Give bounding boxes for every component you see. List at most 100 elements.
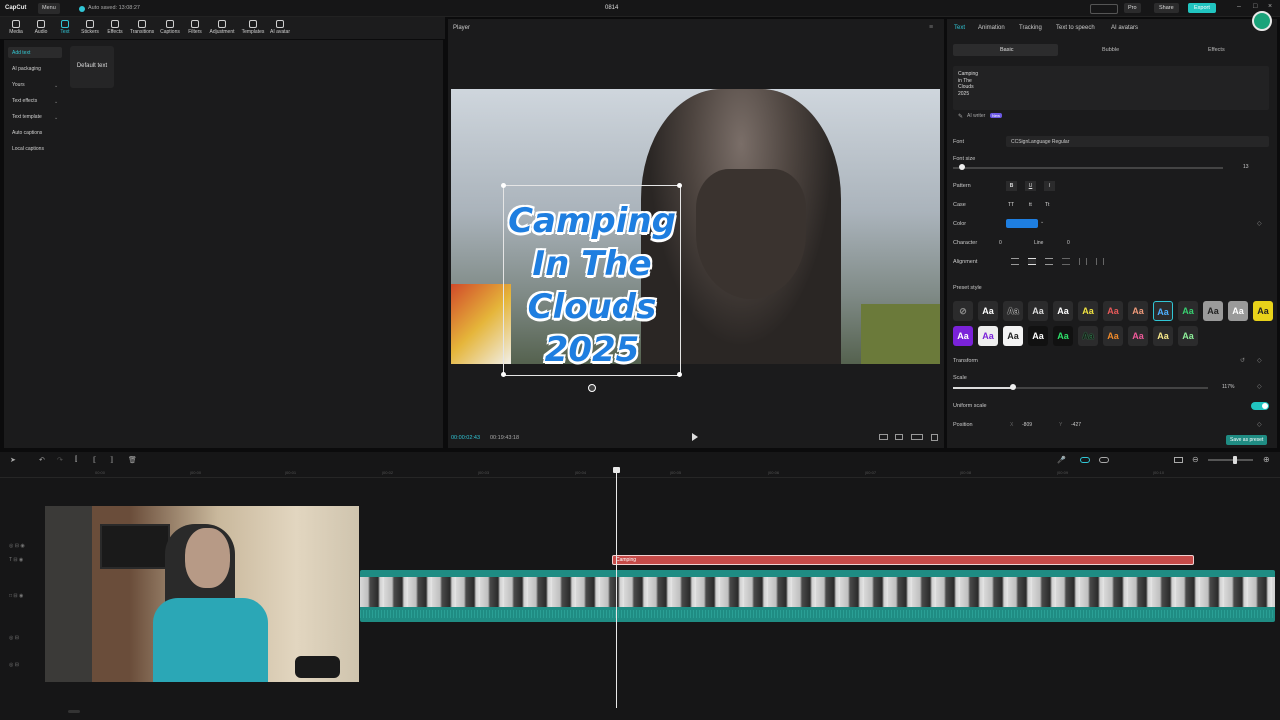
share-button[interactable]: Share <box>1154 3 1179 13</box>
align-left-icon[interactable] <box>1011 258 1019 265</box>
nav-add-text[interactable]: Add text <box>8 47 62 58</box>
preset-style[interactable]: Aa <box>1078 301 1098 321</box>
zoom-slider-handle[interactable] <box>1233 456 1237 464</box>
bold-button[interactable]: B <box>1006 181 1017 191</box>
vertical-align-bottom-icon[interactable] <box>1096 258 1104 265</box>
subtab-effects[interactable]: Effects <box>1208 47 1225 53</box>
preset-style[interactable]: Aa <box>1253 301 1273 321</box>
underline-button[interactable]: U <box>1025 181 1036 191</box>
tool-stickers[interactable]: Stickers <box>77 19 103 39</box>
align-right-icon[interactable] <box>1045 258 1053 265</box>
tool-captions[interactable]: Captions <box>157 19 183 39</box>
preset-style[interactable]: Aa <box>1178 301 1198 321</box>
keyframe-icon[interactable]: ◇ <box>1257 383 1262 390</box>
text-selection-box[interactable]: Camping In The Clouds 2025 <box>501 183 682 377</box>
tool-media[interactable]: Media <box>3 19 29 39</box>
grammar-assistant-icon[interactable] <box>1252 11 1272 31</box>
keyframe-icon[interactable]: ◇ <box>1257 220 1262 227</box>
default-text-card[interactable]: Default text <box>70 46 114 88</box>
play-icon[interactable] <box>692 433 698 441</box>
time-ruler[interactable]: 00:00 |00:00 |00:01 |00:02 |00:03 |00:04… <box>0 468 1280 478</box>
split-left-icon[interactable]: ⟦ <box>93 456 96 464</box>
preset-none-icon[interactable]: ⊘ <box>953 301 973 321</box>
split-icon[interactable]: ⫿ <box>75 456 77 464</box>
select-cursor-icon[interactable]: ➤ <box>10 456 16 464</box>
font-size-value[interactable]: 13 <box>1243 164 1249 170</box>
preset-style[interactable]: Aa <box>978 301 998 321</box>
zoom-in-icon[interactable]: ⊕ <box>1263 455 1270 464</box>
italic-button[interactable]: I <box>1044 181 1055 191</box>
maximize-icon[interactable]: □ <box>1253 3 1257 10</box>
close-icon[interactable]: × <box>1268 3 1272 10</box>
preset-style-selected[interactable]: Aa <box>1153 301 1173 321</box>
track-lock-icon[interactable]: ◎ ⊟ ◉ <box>9 543 25 549</box>
scale-slider-handle[interactable] <box>1010 384 1016 390</box>
preset-style[interactable]: Aa <box>1078 326 1098 346</box>
delete-icon[interactable]: 🗑 <box>128 456 137 464</box>
preset-style[interactable]: Aa <box>1053 301 1073 321</box>
keyframe-icon[interactable]: ◇ <box>1257 421 1262 428</box>
ai-writer-button[interactable]: AI writer <box>967 113 985 119</box>
subtab-basic[interactable]: Basic <box>1000 47 1013 53</box>
tab-tracking[interactable]: Tracking <box>1019 25 1042 31</box>
layout-icon[interactable] <box>1090 4 1118 14</box>
resize-handle[interactable] <box>501 372 506 377</box>
crop-icon[interactable] <box>879 434 888 440</box>
save-as-preset-button[interactable]: Save as preset <box>1226 435 1268 445</box>
zoom-out-icon[interactable]: ⊖ <box>1192 455 1199 464</box>
playhead[interactable] <box>616 468 617 708</box>
case-lower-button[interactable]: tt <box>1029 202 1032 208</box>
tab-animation[interactable]: Animation <box>978 25 1005 31</box>
tool-transitions[interactable]: Transitions <box>128 19 156 39</box>
preset-style[interactable]: Aa <box>1028 326 1048 346</box>
preset-style[interactable]: Aa <box>1003 301 1023 321</box>
minimize-icon[interactable]: – <box>1237 3 1241 10</box>
tool-templates[interactable]: Templates <box>239 19 267 39</box>
tool-ai-avatar[interactable]: AI avatar <box>268 19 292 39</box>
playhead-handle[interactable] <box>613 467 620 473</box>
font-size-slider-handle[interactable] <box>959 164 965 170</box>
focus-icon[interactable] <box>895 434 903 440</box>
link-icon[interactable] <box>1080 457 1090 463</box>
font-select[interactable]: CCSignLanguage Regular <box>1006 136 1269 147</box>
split-right-icon[interactable]: ⟧ <box>110 456 113 464</box>
tab-text[interactable]: Text <box>954 25 965 31</box>
tool-audio[interactable]: Audio <box>28 19 54 39</box>
export-button[interactable]: Export <box>1188 3 1216 13</box>
preset-style[interactable]: Aa <box>1103 326 1123 346</box>
undo-icon[interactable]: ↶ <box>39 456 45 464</box>
vertical-align-icon[interactable] <box>1079 258 1087 265</box>
preset-style[interactable]: Aa <box>1128 301 1148 321</box>
character-spacing-input[interactable]: 0 <box>999 240 1002 246</box>
scale-value[interactable]: 117% <box>1222 384 1234 390</box>
text-clip[interactable]: Camping <box>612 555 1194 565</box>
case-upper-button[interactable]: TT <box>1008 202 1014 208</box>
resize-handle[interactable] <box>677 183 682 188</box>
preview-icon[interactable] <box>1174 457 1183 463</box>
reset-icon[interactable]: ↺ <box>1240 357 1245 364</box>
tool-text[interactable]: Text <box>52 19 78 39</box>
pro-button[interactable]: Pro <box>1124 3 1141 13</box>
preset-style[interactable]: Aa <box>1228 301 1248 321</box>
rotate-handle-icon[interactable] <box>588 384 596 392</box>
preset-style[interactable]: Aa <box>1203 301 1223 321</box>
nav-local-captions[interactable]: Local captions <box>8 143 62 154</box>
preset-style[interactable]: Aa <box>1153 326 1173 346</box>
preset-style[interactable]: Aa <box>1053 326 1073 346</box>
nav-auto-captions[interactable]: Auto captions <box>8 127 62 138</box>
track-lock-icon[interactable]: ◎ ⊟ <box>9 662 19 668</box>
tool-adjustment[interactable]: Adjustment <box>207 19 237 39</box>
scrollbar[interactable] <box>68 710 80 713</box>
subtab-bubble[interactable]: Bubble <box>1102 47 1119 53</box>
chevron-down-icon[interactable]: ⌄ <box>1040 219 1044 225</box>
zoom-slider[interactable] <box>1208 459 1253 461</box>
preset-style[interactable]: Aa <box>978 326 998 346</box>
tool-effects[interactable]: Effects <box>102 19 128 39</box>
menu-icon[interactable]: ≡ <box>929 24 933 31</box>
fullscreen-icon[interactable] <box>931 434 938 441</box>
keyframe-icon[interactable]: ◇ <box>1257 357 1262 364</box>
preset-style[interactable]: Aa <box>1128 326 1148 346</box>
menu-button[interactable]: Menu <box>38 3 60 14</box>
microphone-icon[interactable]: 🎤 <box>1057 456 1066 464</box>
preset-style[interactable]: Aa <box>1103 301 1123 321</box>
